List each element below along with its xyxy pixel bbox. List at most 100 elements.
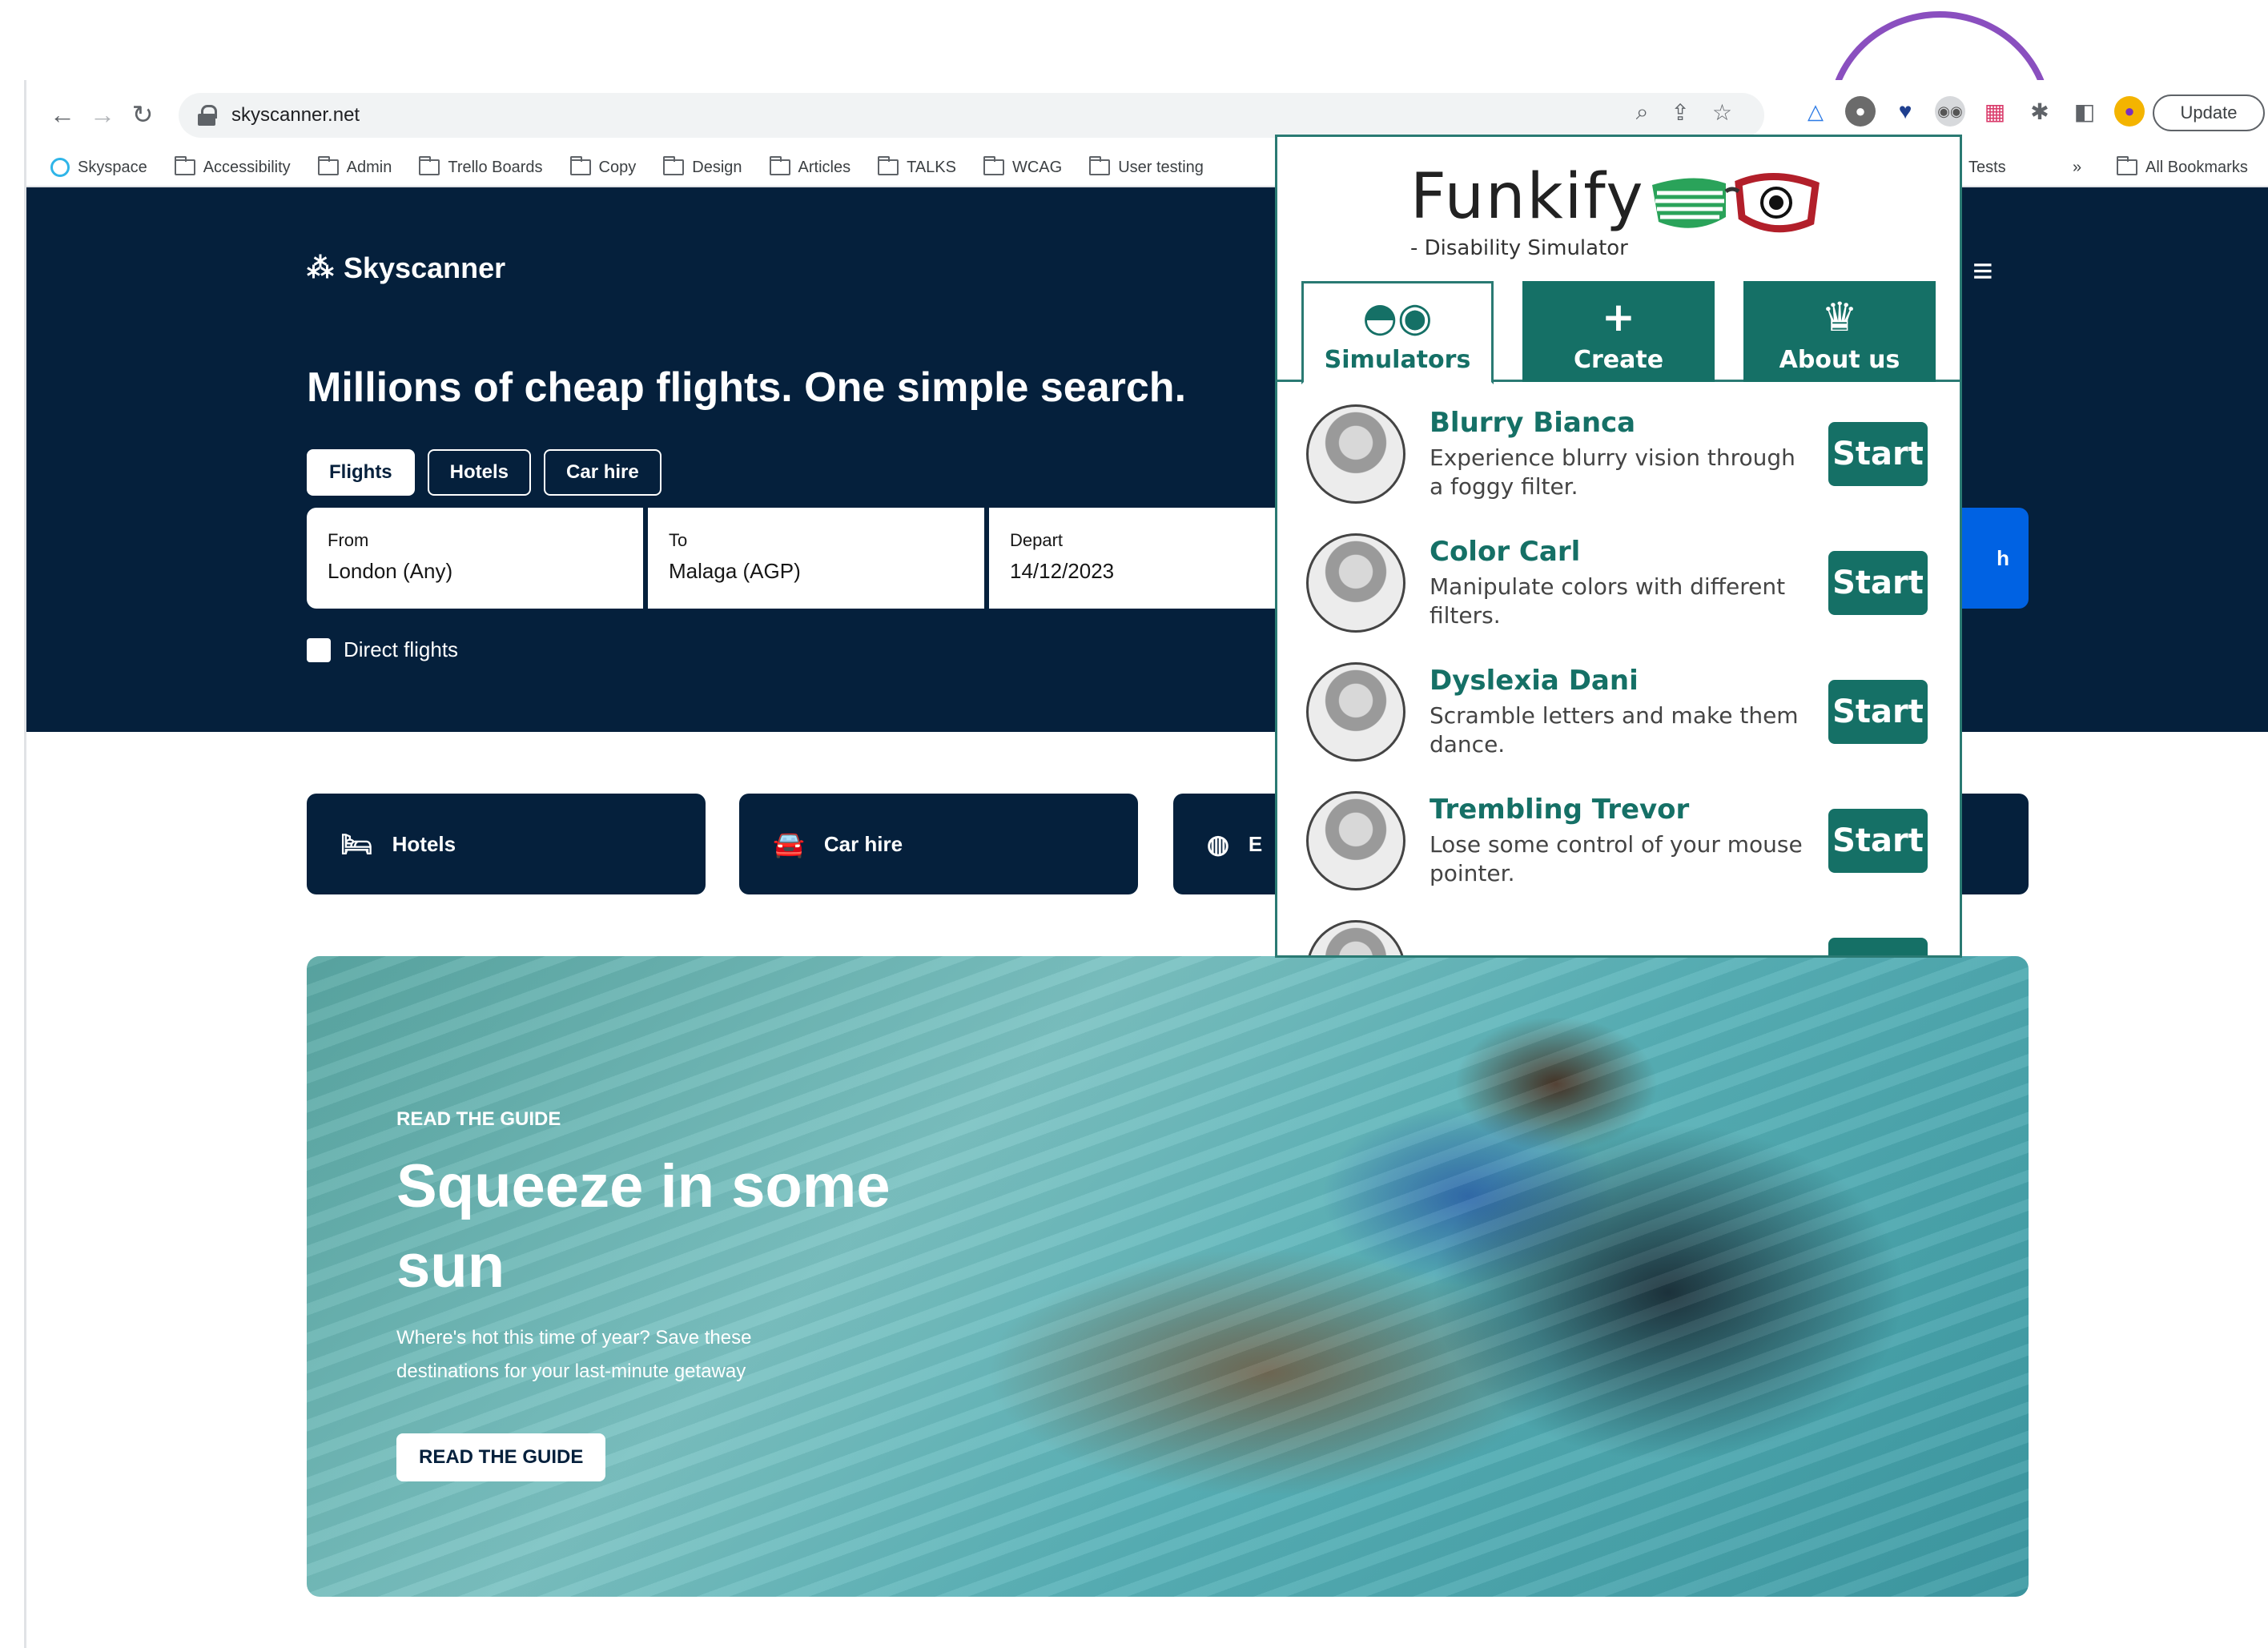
bookmark-design[interactable]: Design: [663, 156, 742, 177]
folder-icon: [983, 156, 1004, 175]
tab-car-hire[interactable]: Car hire: [544, 449, 662, 496]
tab-label: Simulators: [1324, 346, 1471, 374]
direct-flights-option[interactable]: Direct flights: [307, 637, 458, 662]
reload-icon[interactable]: ↻: [123, 94, 163, 135]
direct-flights-checkbox[interactable]: [307, 637, 331, 662]
folder-icon: [174, 156, 195, 175]
tab-simulators[interactable]: ◓◉ Simulators: [1301, 281, 1494, 384]
funkify-popup: Funkify - Disability Simulator ◓◉ Simula…: [1275, 135, 1962, 958]
quick-link-car-hire[interactable]: 🚘 Car hire: [739, 794, 1138, 894]
bookmark-label: »: [2073, 158, 2082, 176]
folder-icon: [663, 156, 685, 175]
zoom-icon[interactable]: ⌕: [1636, 99, 1649, 126]
banner-title: Squeeze in some sun: [396, 1152, 891, 1300]
read-the-guide-button[interactable]: READ THE GUIDE: [396, 1433, 606, 1481]
simulator-item: Blurry Bianca Experience blurry vision t…: [1306, 390, 1931, 518]
bookmark-copy[interactable]: Copy: [569, 156, 636, 177]
tab-label: Create: [1573, 346, 1664, 374]
depart-value: 14/12/2023: [1010, 559, 1115, 583]
puzzle-icon[interactable]: ✱: [2025, 96, 2055, 127]
simulator-item: Tunnel Tobu Start: [1306, 906, 1931, 955]
simulator-name: Trembling Trevor: [1430, 794, 1690, 826]
share-icon[interactable]: ⇪: [1671, 99, 1689, 126]
bookmark-tests[interactable]: Tests: [1968, 159, 2006, 177]
bookmark-user-testing[interactable]: User testing: [1089, 156, 1204, 177]
folder-icon: [2117, 156, 2137, 175]
bookmark-admin[interactable]: Admin: [317, 156, 392, 177]
simulator-list: Blurry Bianca Experience blurry vision t…: [1277, 382, 1960, 955]
from-field[interactable]: From London (Any): [307, 508, 643, 609]
heart-extension-icon[interactable]: ♥: [1890, 96, 1920, 127]
banner-content: READ THE GUIDE Squeeze in some sun Where…: [396, 1108, 957, 1481]
bookmark-all-bookmarks[interactable]: All Bookmarks: [2117, 156, 2248, 177]
bookmark-accessibility[interactable]: Accessibility: [174, 156, 291, 177]
tab-about-us[interactable]: ♛ About us: [1743, 281, 1936, 382]
hamburger-menu-icon[interactable]: ≡: [1972, 251, 1993, 291]
avatar: [1306, 662, 1405, 762]
extension-icon[interactable]: ●: [1845, 96, 1876, 127]
page-headline: Millions of cheap flights. One simple se…: [307, 364, 1187, 411]
quick-link-hotels[interactable]: 🛏 Hotels: [307, 794, 706, 894]
bookmark-trello-boards[interactable]: Trello Boards: [419, 156, 543, 177]
profile-avatar[interactable]: ●: [2114, 96, 2145, 127]
forward-arrow-icon[interactable]: →: [82, 94, 123, 135]
bookmark-wcag[interactable]: WCAG: [983, 156, 1063, 177]
extension-icons: △ ● ♥ ◉◉ ▦ ✱ ◧ ●: [1800, 96, 2145, 127]
to-label: To: [669, 530, 688, 550]
car-icon: 🚘: [773, 830, 805, 858]
funkify-logo: Funkify: [1410, 161, 1645, 233]
folder-icon: [419, 156, 440, 175]
start-button[interactable]: Start: [1828, 551, 1928, 615]
bed-icon: 🛏: [340, 830, 373, 858]
simulator-item: Trembling Trevor Lose some control of yo…: [1306, 777, 1931, 905]
start-button[interactable]: Start: [1828, 809, 1928, 873]
avatar: [1306, 404, 1405, 504]
avatar: [1306, 533, 1405, 633]
sunrise-logo-icon: ⁂: [307, 253, 334, 283]
folder-icon: [769, 156, 790, 175]
simulator-item: Color Carl Manipulate colors with differ…: [1306, 519, 1931, 647]
bookmark-label: Trello Boards: [448, 158, 543, 176]
simulator-description: Experience blurry vision through a foggy…: [1430, 444, 1796, 500]
bookmark-star-icon[interactable]: ☆: [1712, 99, 1732, 126]
skyscanner-logo[interactable]: ⁂ Skyscanner: [307, 251, 505, 285]
address-bar[interactable]: skyscanner.net ⌕ ⇪ ☆: [179, 93, 1764, 138]
bookmark-talks[interactable]: TALKS: [878, 156, 956, 177]
back-arrow-icon[interactable]: ←: [42, 94, 82, 135]
bookmark-skyspace[interactable]: Skyspace: [50, 158, 147, 177]
skyspace-icon: [50, 158, 70, 177]
tab-create[interactable]: + Create: [1522, 281, 1715, 382]
simulator-description: Lose some control of your mouse pointer.: [1430, 831, 1803, 886]
from-value: London (Any): [328, 559, 453, 583]
quick-link-label: E: [1248, 831, 1263, 856]
funkify-extension-icon[interactable]: ◉◉: [1935, 96, 1965, 127]
simulator-name: Blurry Bianca: [1430, 407, 1636, 439]
tab-hotels[interactable]: Hotels: [427, 449, 532, 496]
funkify-tabs: ◓◉ Simulators + Create ♛ About us: [1277, 281, 1960, 384]
banner-text: Where's hot this time of year? Save thes…: [396, 1327, 752, 1382]
bookmark-label: All Bookmarks: [2145, 158, 2248, 176]
tab-flights[interactable]: Flights: [307, 449, 415, 496]
to-field[interactable]: To Malaga (AGP): [648, 508, 984, 609]
simulator-name: Tunnel Tobu: [1430, 951, 1806, 955]
avatar: [1306, 920, 1405, 955]
bookmarks-overflow-button[interactable]: »: [2073, 159, 2081, 177]
folder-icon: [569, 156, 591, 175]
folder-icon: [878, 156, 899, 175]
update-button[interactable]: Update: [2153, 94, 2265, 131]
bookmark-label: WCAG: [1011, 158, 1063, 176]
logo-text: Skyscanner: [344, 251, 506, 284]
crown-glasses-icon: ♛: [1821, 294, 1858, 340]
grid-extension-icon[interactable]: ▦: [1980, 96, 2010, 127]
banner-eyebrow: READ THE GUIDE: [396, 1108, 561, 1130]
bookmark-articles[interactable]: Articles: [769, 156, 850, 177]
drive-extension-icon[interactable]: △: [1800, 96, 1831, 127]
bookmark-label: User testing: [1118, 158, 1204, 176]
start-button[interactable]: Start: [1828, 680, 1928, 744]
tab-label: About us: [1779, 346, 1900, 374]
start-button[interactable]: Start: [1828, 938, 1928, 955]
address-url: skyscanner.net: [231, 104, 360, 126]
simulator-name: Dyslexia Dani: [1430, 665, 1639, 697]
start-button[interactable]: Start: [1828, 422, 1928, 486]
side-panel-icon[interactable]: ◧: [2069, 96, 2100, 127]
